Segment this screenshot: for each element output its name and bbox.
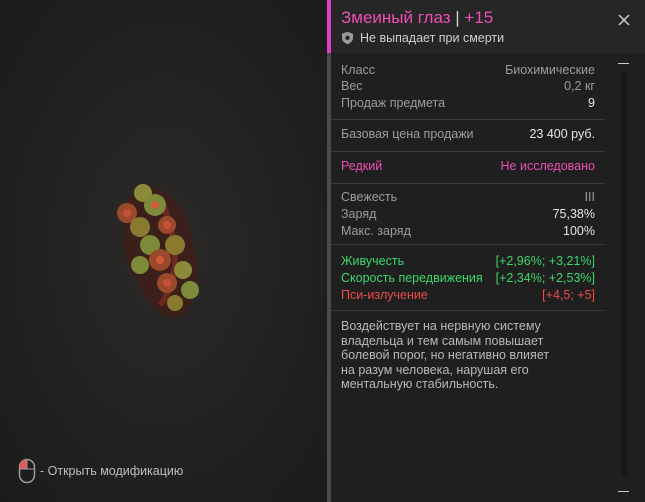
effect-row: Пси-излучение [+4,5; +5] xyxy=(341,287,595,304)
item-title: Змеиный глаз | +15 xyxy=(341,8,493,28)
effect-name: Живучесть xyxy=(341,254,405,268)
effect-row: Живучесть [+2,96%; +3,21%] xyxy=(341,253,595,270)
rarity-row: Редкий Не исследовано xyxy=(341,158,595,175)
scrollbar[interactable] xyxy=(605,53,645,502)
effects-section: Живучесть [+2,96%; +3,21%] Скорость пере… xyxy=(331,244,605,311)
class-label: Класс xyxy=(341,63,376,77)
item-info-panel: Змеиный глаз | +15 Не выпадает при смерт… xyxy=(327,0,645,502)
effect-value: [+2,96%; +3,21%] xyxy=(495,254,595,268)
sell-value: 9 xyxy=(588,96,595,110)
class-value: Биохимические xyxy=(505,63,595,77)
freshness-value: III xyxy=(584,190,595,204)
item-stats: Класс Биохимические Вес 0,2 кг Продаж пр… xyxy=(331,53,605,502)
item-preview-panel: - Открыть модификацию xyxy=(0,0,327,502)
rarity-accent-bar xyxy=(327,0,331,53)
condition-section: Свежесть III Заряд 75,38% Макс. заряд 10… xyxy=(331,183,605,245)
price-row: Базовая цена продажи 23 400 руб. xyxy=(341,126,595,143)
close-icon[interactable] xyxy=(617,13,631,27)
weight-label: Вес xyxy=(341,79,363,93)
drop-note-text: Не выпадает при смерти xyxy=(360,31,505,45)
effect-value: [+2,34%; +2,53%] xyxy=(495,271,595,285)
drop-note: Не выпадает при смерти xyxy=(341,31,504,45)
title-separator: | xyxy=(450,8,465,27)
freshness-row: Свежесть III xyxy=(341,189,595,206)
rarity-label: Редкий xyxy=(341,159,383,173)
max-charge-label: Макс. заряд xyxy=(341,224,411,238)
price-label: Базовая цена продажи xyxy=(341,127,474,141)
price-value: 23 400 руб. xyxy=(529,127,595,141)
mouse-icon xyxy=(18,458,36,484)
research-status: Не исследовано xyxy=(500,159,595,173)
rarity-section: Редкий Не исследовано xyxy=(331,151,605,184)
item-description: Воздействует на нервную систему владельц… xyxy=(341,319,550,391)
effect-row: Скорость передвижения [+2,34%; +2,53%] xyxy=(341,270,595,287)
max-charge-row: Макс. заряд 100% xyxy=(341,223,595,240)
shield-icon xyxy=(342,31,353,45)
price-section: Базовая цена продажи 23 400 руб. xyxy=(331,119,605,152)
effect-name: Пси-излучение xyxy=(341,288,428,302)
weight-value: 0,2 кг xyxy=(564,79,595,93)
charge-row: Заряд 75,38% xyxy=(341,206,595,223)
scrollbar-track[interactable] xyxy=(622,73,627,476)
scroll-up-marker[interactable] xyxy=(618,63,629,64)
scroll-down-marker[interactable] xyxy=(618,491,629,492)
open-modification-text: - Открыть модификацию xyxy=(40,464,184,478)
open-modification-hint: - Открыть модификацию xyxy=(18,458,183,484)
weight-row: Вес 0,2 кг xyxy=(341,78,595,95)
item-preview-image xyxy=(117,184,199,318)
sell-label: Продаж предмета xyxy=(341,96,446,110)
effect-name: Скорость передвижения xyxy=(341,271,483,285)
charge-value: 75,38% xyxy=(552,207,595,221)
freshness-label: Свежесть xyxy=(341,190,398,204)
item-name: Змеиный глаз xyxy=(341,8,451,27)
item-header: Змеиный глаз | +15 Не выпадает при смерт… xyxy=(327,0,645,53)
max-charge-value: 100% xyxy=(563,224,595,238)
item-upgrade-level: +15 xyxy=(464,8,494,27)
effect-value: [+4,5; +5] xyxy=(542,288,595,302)
info-section: Класс Биохимические Вес 0,2 кг Продаж пр… xyxy=(331,53,605,120)
class-row: Класс Биохимические xyxy=(341,62,595,79)
sell-row: Продаж предмета 9 xyxy=(341,95,595,112)
charge-label: Заряд xyxy=(341,207,377,221)
